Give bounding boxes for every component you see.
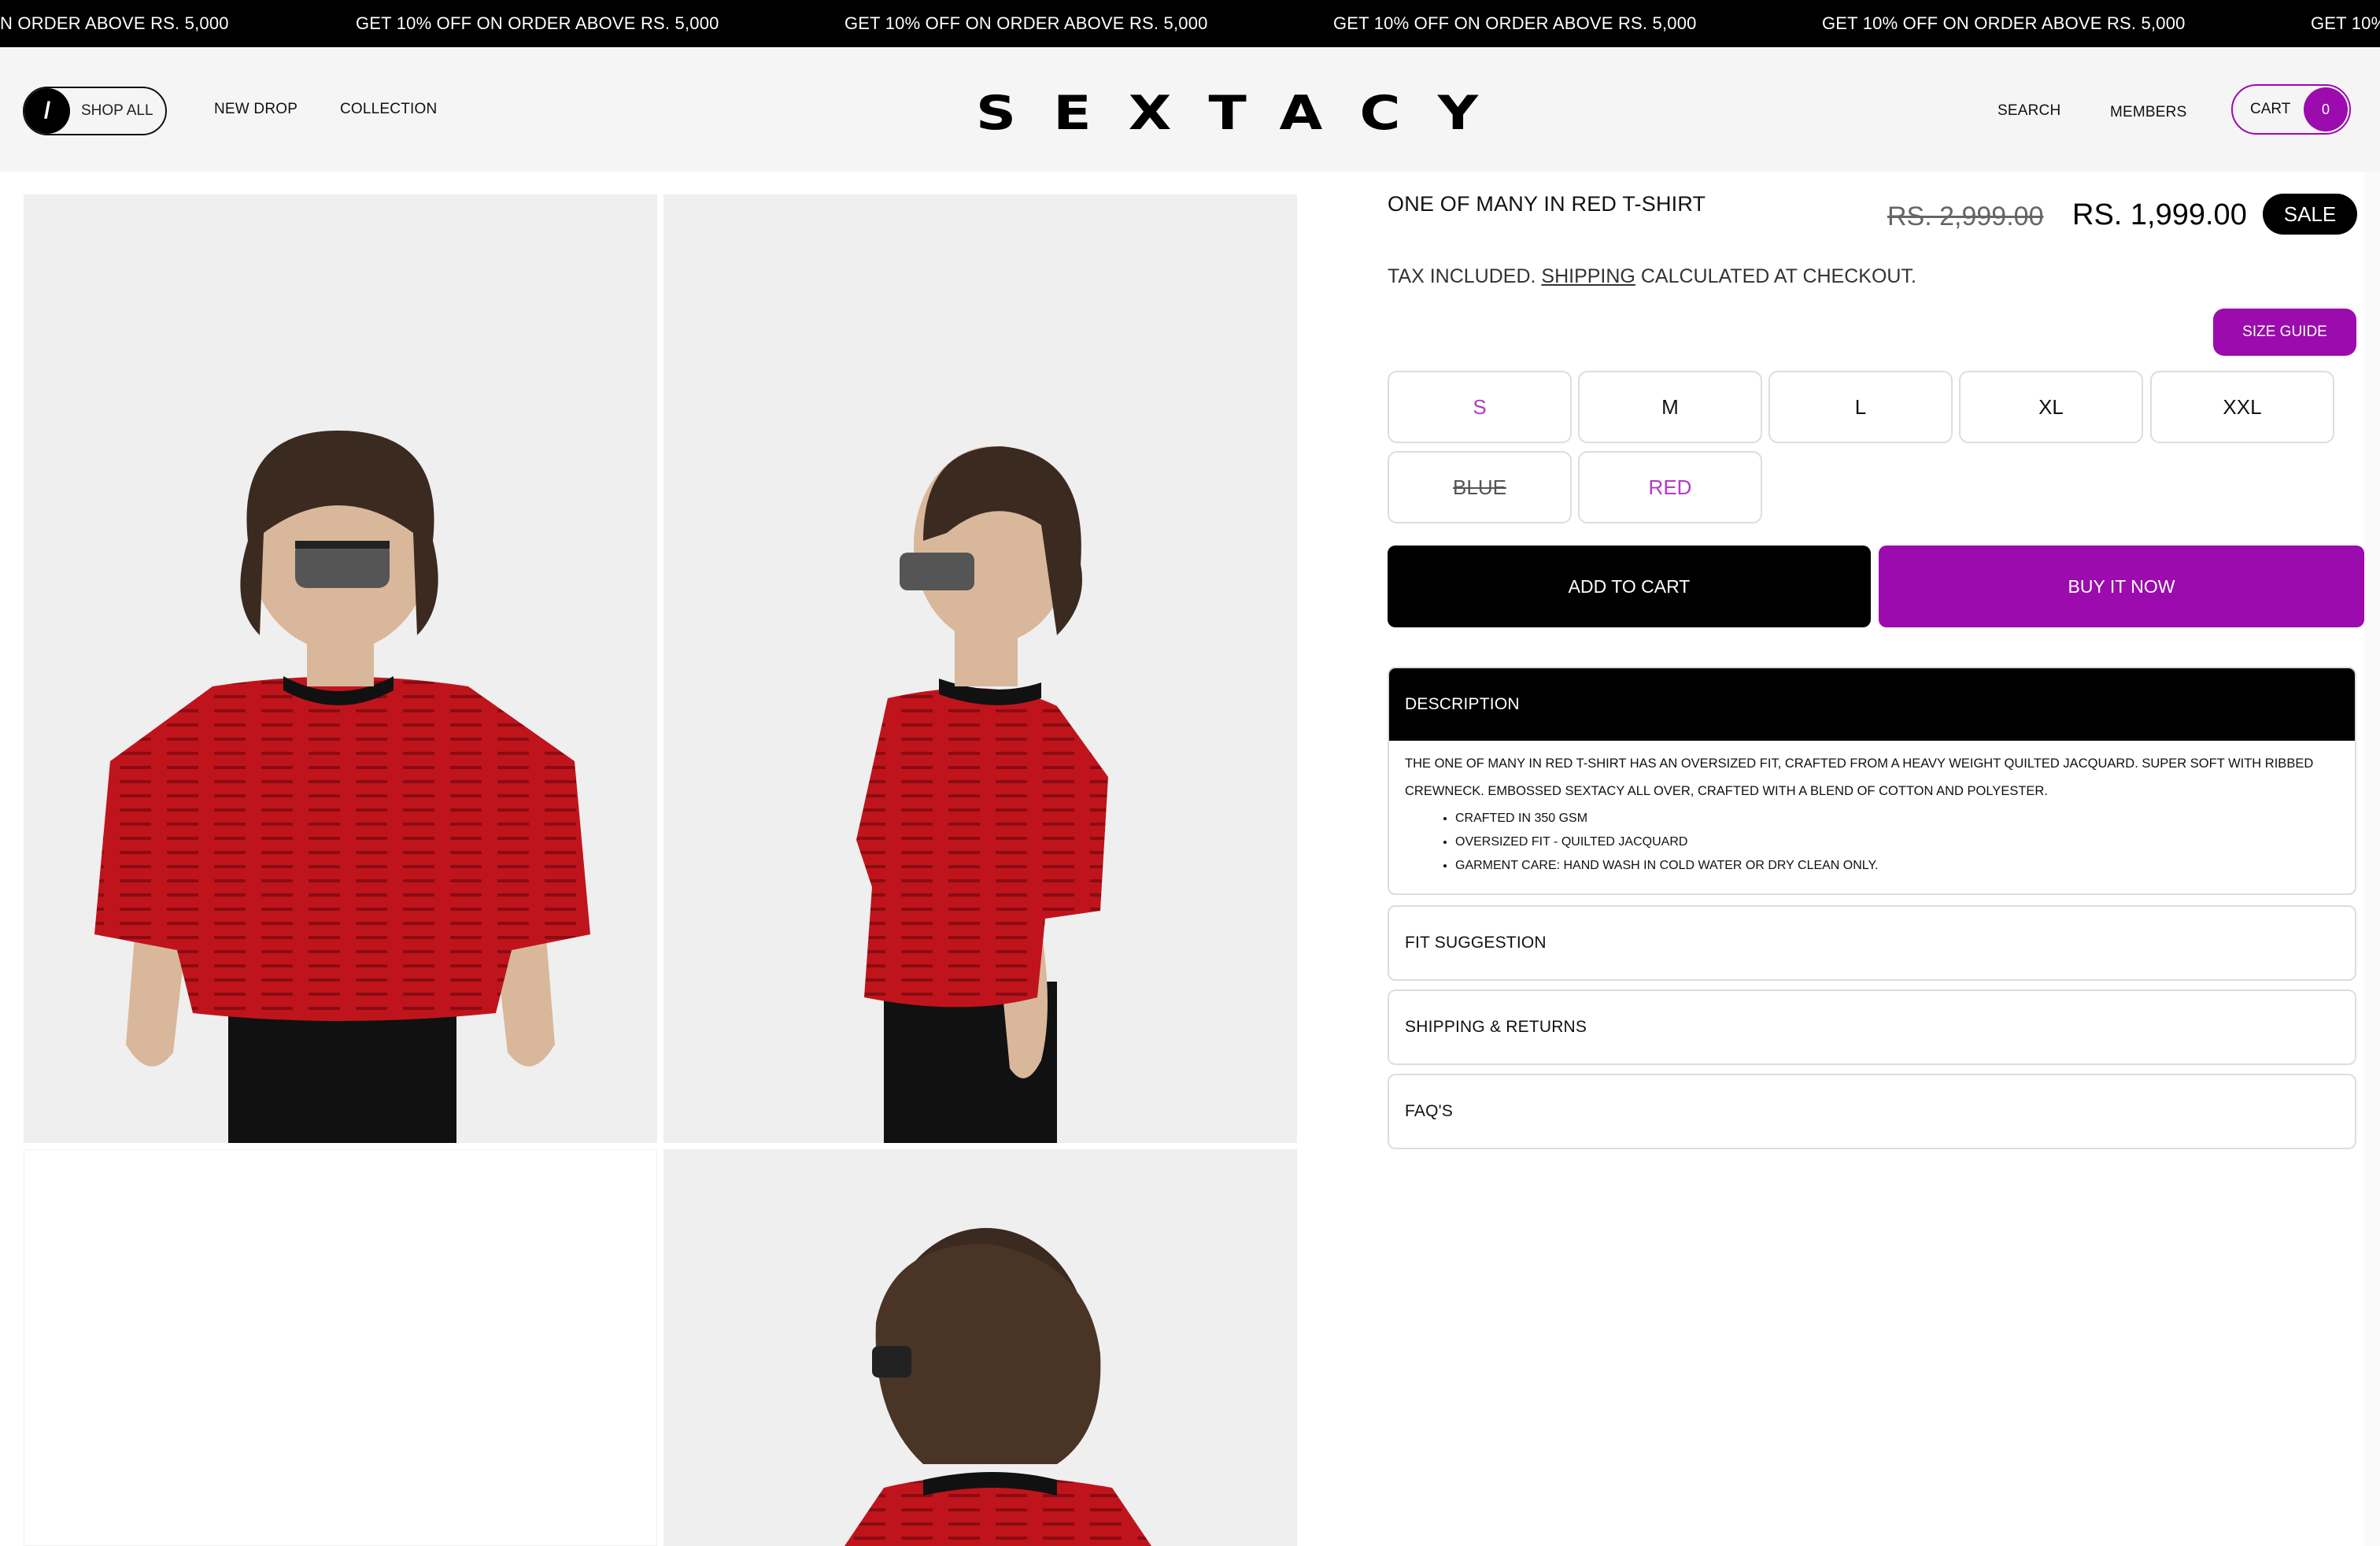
description-bullets: CRAFTED IN 350 GSM OVERSIZED FIT - QUILT…: [1455, 807, 2339, 878]
shipping-returns-accordion[interactable]: SHIPPING & RETURNS: [1388, 989, 2356, 1065]
buy-it-now-button[interactable]: BUY IT NOW: [1879, 546, 2364, 627]
sale-badge: SALE: [2263, 194, 2357, 235]
announcement-message: N ORDER ABOVE RS. 5,000: [0, 13, 229, 33]
size-option-l[interactable]: L: [1768, 371, 1953, 443]
faq-header[interactable]: FAQ'S: [1389, 1075, 2355, 1148]
nav-collection[interactable]: COLLECTION: [340, 101, 437, 118]
size-option-m[interactable]: M: [1578, 371, 1762, 443]
description-body: THE ONE OF MANY IN RED T-SHIRT HAS AN OV…: [1389, 741, 2355, 893]
description-accordion: DESCRIPTION THE ONE OF MANY IN RED T-SHI…: [1388, 667, 2356, 895]
cart-button[interactable]: CART 0: [2231, 84, 2351, 135]
size-option-xl[interactable]: XL: [1959, 371, 2143, 443]
tax-suffix: CALCULATED AT CHECKOUT.: [1635, 265, 1916, 287]
announcement-bar: N ORDER ABOVE RS. 5,000 GET 10% OFF ON O…: [0, 0, 2380, 47]
shipping-link[interactable]: SHIPPING: [1541, 265, 1635, 287]
fit-suggestion-header[interactable]: FIT SUGGESTION: [1389, 907, 2355, 979]
fit-suggestion-accordion[interactable]: FIT SUGGESTION: [1388, 905, 2356, 981]
tax-prefix: TAX INCLUDED.: [1388, 265, 1542, 287]
announcement-message: GET 10%: [2311, 13, 2380, 33]
brand-logo[interactable]: SEXTACY: [976, 85, 1478, 142]
slash-icon: /: [24, 88, 70, 134]
sale-price: RS. 1,999.00: [2072, 198, 2247, 231]
size-option-s[interactable]: S: [1388, 371, 1572, 443]
model-front-illustration: [94, 431, 590, 1143]
product-image-blank[interactable]: [24, 1149, 657, 1546]
members-link[interactable]: MEMBERS: [2110, 104, 2186, 121]
announcement-message: GET 10% OFF ON ORDER ABOVE RS. 5,000: [1333, 13, 1697, 33]
model-back-illustration: [844, 1228, 1151, 1546]
description-text: THE ONE OF MANY IN RED T-SHIRT HAS AN OV…: [1405, 756, 2314, 798]
cart-count-badge: 0: [2304, 87, 2348, 131]
product-image-front[interactable]: [24, 194, 657, 1143]
original-price: RS. 2,999.00: [1887, 202, 2044, 231]
product-image-back[interactable]: [663, 1149, 1297, 1546]
product-title: ONE OF MANY IN RED T-SHIRT: [1388, 192, 1706, 216]
description-header[interactable]: DESCRIPTION: [1389, 668, 2355, 741]
faq-accordion[interactable]: FAQ'S: [1388, 1074, 2356, 1149]
tax-note: TAX INCLUDED. SHIPPING CALCULATED AT CHE…: [1388, 265, 1916, 288]
color-option-red[interactable]: RED: [1578, 451, 1762, 523]
announcement-message: GET 10% OFF ON ORDER ABOVE RS. 5,000: [356, 13, 719, 33]
cart-label: CART: [2250, 101, 2291, 117]
description-bullet: CRAFTED IN 350 GSM: [1455, 807, 2339, 830]
nav-new-drop[interactable]: NEW DROP: [214, 101, 298, 118]
description-bullet: OVERSIZED FIT - QUILTED JACQUARD: [1455, 830, 2339, 854]
page-scrollbar[interactable]: [2364, 172, 2380, 1546]
add-to-cart-button[interactable]: ADD TO CART: [1388, 546, 1871, 627]
color-option-blue[interactable]: BLUE: [1388, 451, 1572, 523]
shop-all-label: SHOP ALL: [81, 102, 153, 119]
search-link[interactable]: SEARCH: [1998, 102, 2060, 120]
size-guide-button[interactable]: SIZE GUIDE: [2213, 309, 2356, 356]
shop-all-button[interactable]: / SHOP ALL: [23, 87, 167, 135]
model-side-illustration: [856, 446, 1108, 1143]
size-option-xxl[interactable]: XXL: [2150, 371, 2334, 443]
announcement-message: GET 10% OFF ON ORDER ABOVE RS. 5,000: [1822, 13, 2186, 33]
announcement-message: GET 10% OFF ON ORDER ABOVE RS. 5,000: [844, 13, 1208, 33]
product-image-side[interactable]: [663, 194, 1297, 1143]
shipping-returns-header[interactable]: SHIPPING & RETURNS: [1389, 991, 2355, 1063]
description-bullet: GARMENT CARE: HAND WASH IN COLD WATER OR…: [1455, 854, 2339, 878]
site-header: / SHOP ALL NEW DROP COLLECTION SEXTACY S…: [0, 47, 2380, 172]
